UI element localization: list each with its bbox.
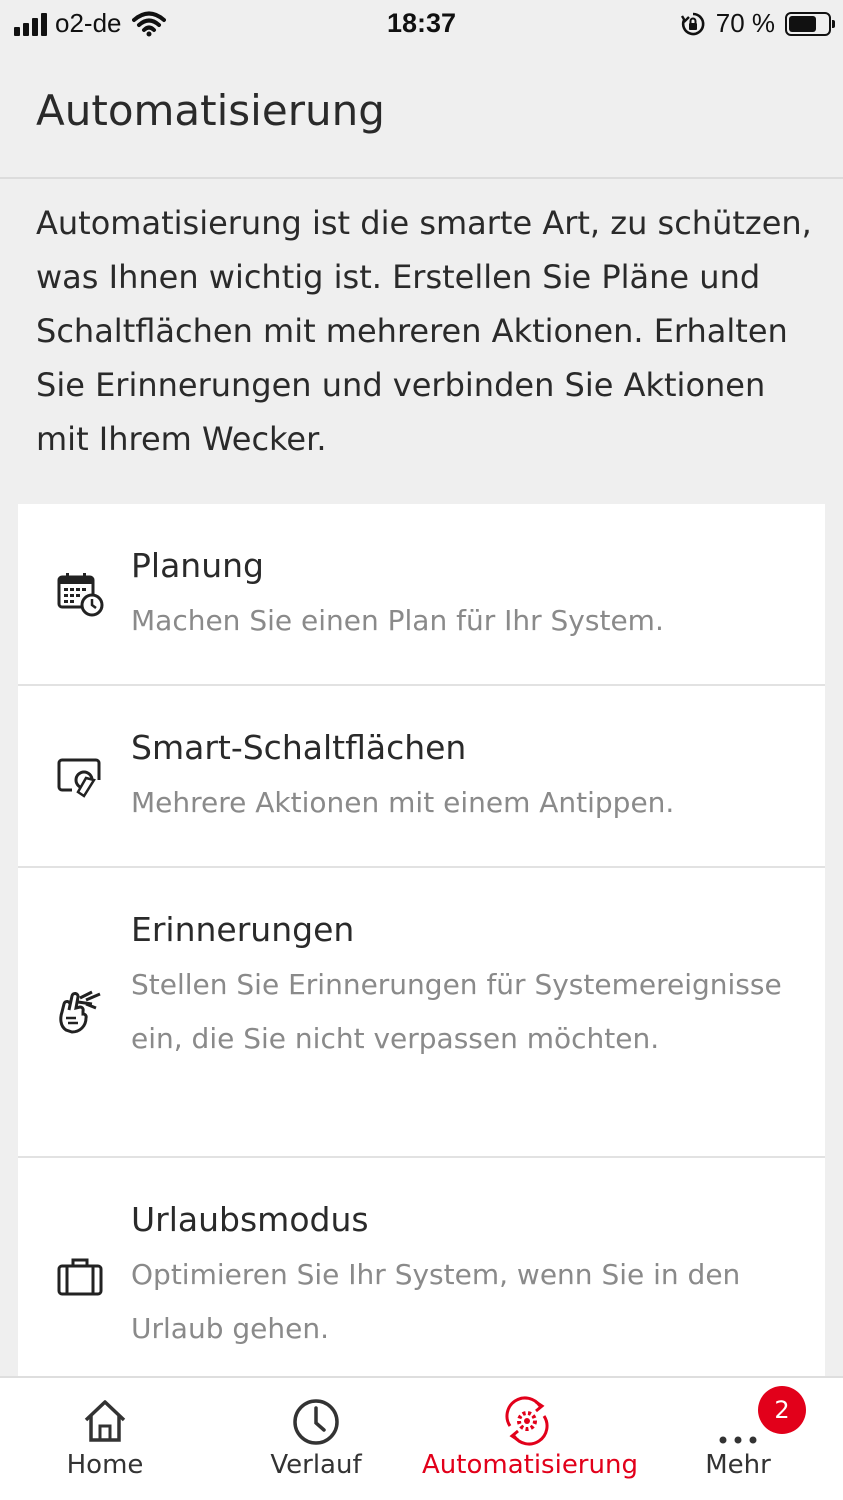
item-desc: Mehrere Aktionen mit einem Antippen. bbox=[131, 786, 675, 819]
status-bar: o2-de 18:37 70 % bbox=[0, 0, 843, 48]
automation-gear-icon bbox=[505, 1396, 549, 1446]
battery-fill bbox=[789, 15, 816, 32]
tab-label: Home bbox=[66, 1450, 144, 1480]
tab-bar: Home Verlauf Automatisierung 2 Mehr bbox=[0, 1376, 843, 1500]
intro-text: Automatisierung ist die smarte Art, zu s… bbox=[36, 204, 812, 458]
item-title: Erinnerungen bbox=[131, 910, 355, 949]
tab-mehr[interactable]: 2 Mehr bbox=[633, 1378, 843, 1500]
tab-verlauf[interactable]: Verlauf bbox=[211, 1378, 421, 1500]
item-title: Urlaubsmodus bbox=[131, 1200, 369, 1239]
home-icon bbox=[84, 1400, 126, 1442]
list-item-smart-schaltflaechen[interactable]: Smart-Schaltflächen Mehrere Aktionen mit… bbox=[18, 686, 825, 868]
list-item-urlaubsmodus[interactable]: Urlaubsmodus Optimieren Sie Ihr System, … bbox=[18, 1158, 825, 1398]
header: Automatisierung bbox=[0, 48, 843, 179]
page-title: Automatisierung bbox=[36, 86, 385, 135]
battery-percentage: 70 % bbox=[715, 8, 775, 38]
notification-badge: 2 bbox=[758, 1386, 806, 1434]
reminder-finger-icon bbox=[59, 990, 101, 1034]
clock-icon bbox=[293, 1399, 339, 1445]
item-desc: Machen Sie einen Plan für Ihr System. bbox=[131, 604, 664, 637]
tab-automatisierung[interactable]: Automatisierung bbox=[422, 1378, 638, 1500]
list-item-planung[interactable]: Planung Machen Sie einen Plan für Ihr Sy… bbox=[18, 504, 825, 686]
battery-icon bbox=[785, 11, 835, 36]
item-title: Smart-Schaltflächen bbox=[131, 728, 467, 767]
item-title: Planung bbox=[131, 546, 264, 585]
tab-label: Automatisierung bbox=[422, 1450, 638, 1480]
tab-label: Verlauf bbox=[270, 1450, 362, 1480]
item-desc: Optimieren Sie Ihr System, wenn Sie in d… bbox=[131, 1258, 741, 1345]
rotation-lock-icon bbox=[680, 12, 705, 35]
suitcase-icon bbox=[57, 1258, 103, 1296]
more-dots-icon bbox=[719, 1436, 757, 1444]
automation-list: Planung Machen Sie einen Plan für Ihr Sy… bbox=[18, 504, 825, 1398]
smart-button-icon bbox=[57, 758, 101, 798]
tab-home[interactable]: Home bbox=[0, 1378, 210, 1500]
list-item-erinnerungen[interactable]: Erinnerungen Stellen Sie Erinnerungen fü… bbox=[18, 868, 825, 1158]
tab-label: Mehr bbox=[705, 1450, 771, 1480]
status-right: 70 % bbox=[680, 8, 835, 39]
item-desc: Stellen Sie Erinnerungen für Systemereig… bbox=[131, 968, 782, 1055]
calendar-clock-icon bbox=[57, 573, 104, 617]
